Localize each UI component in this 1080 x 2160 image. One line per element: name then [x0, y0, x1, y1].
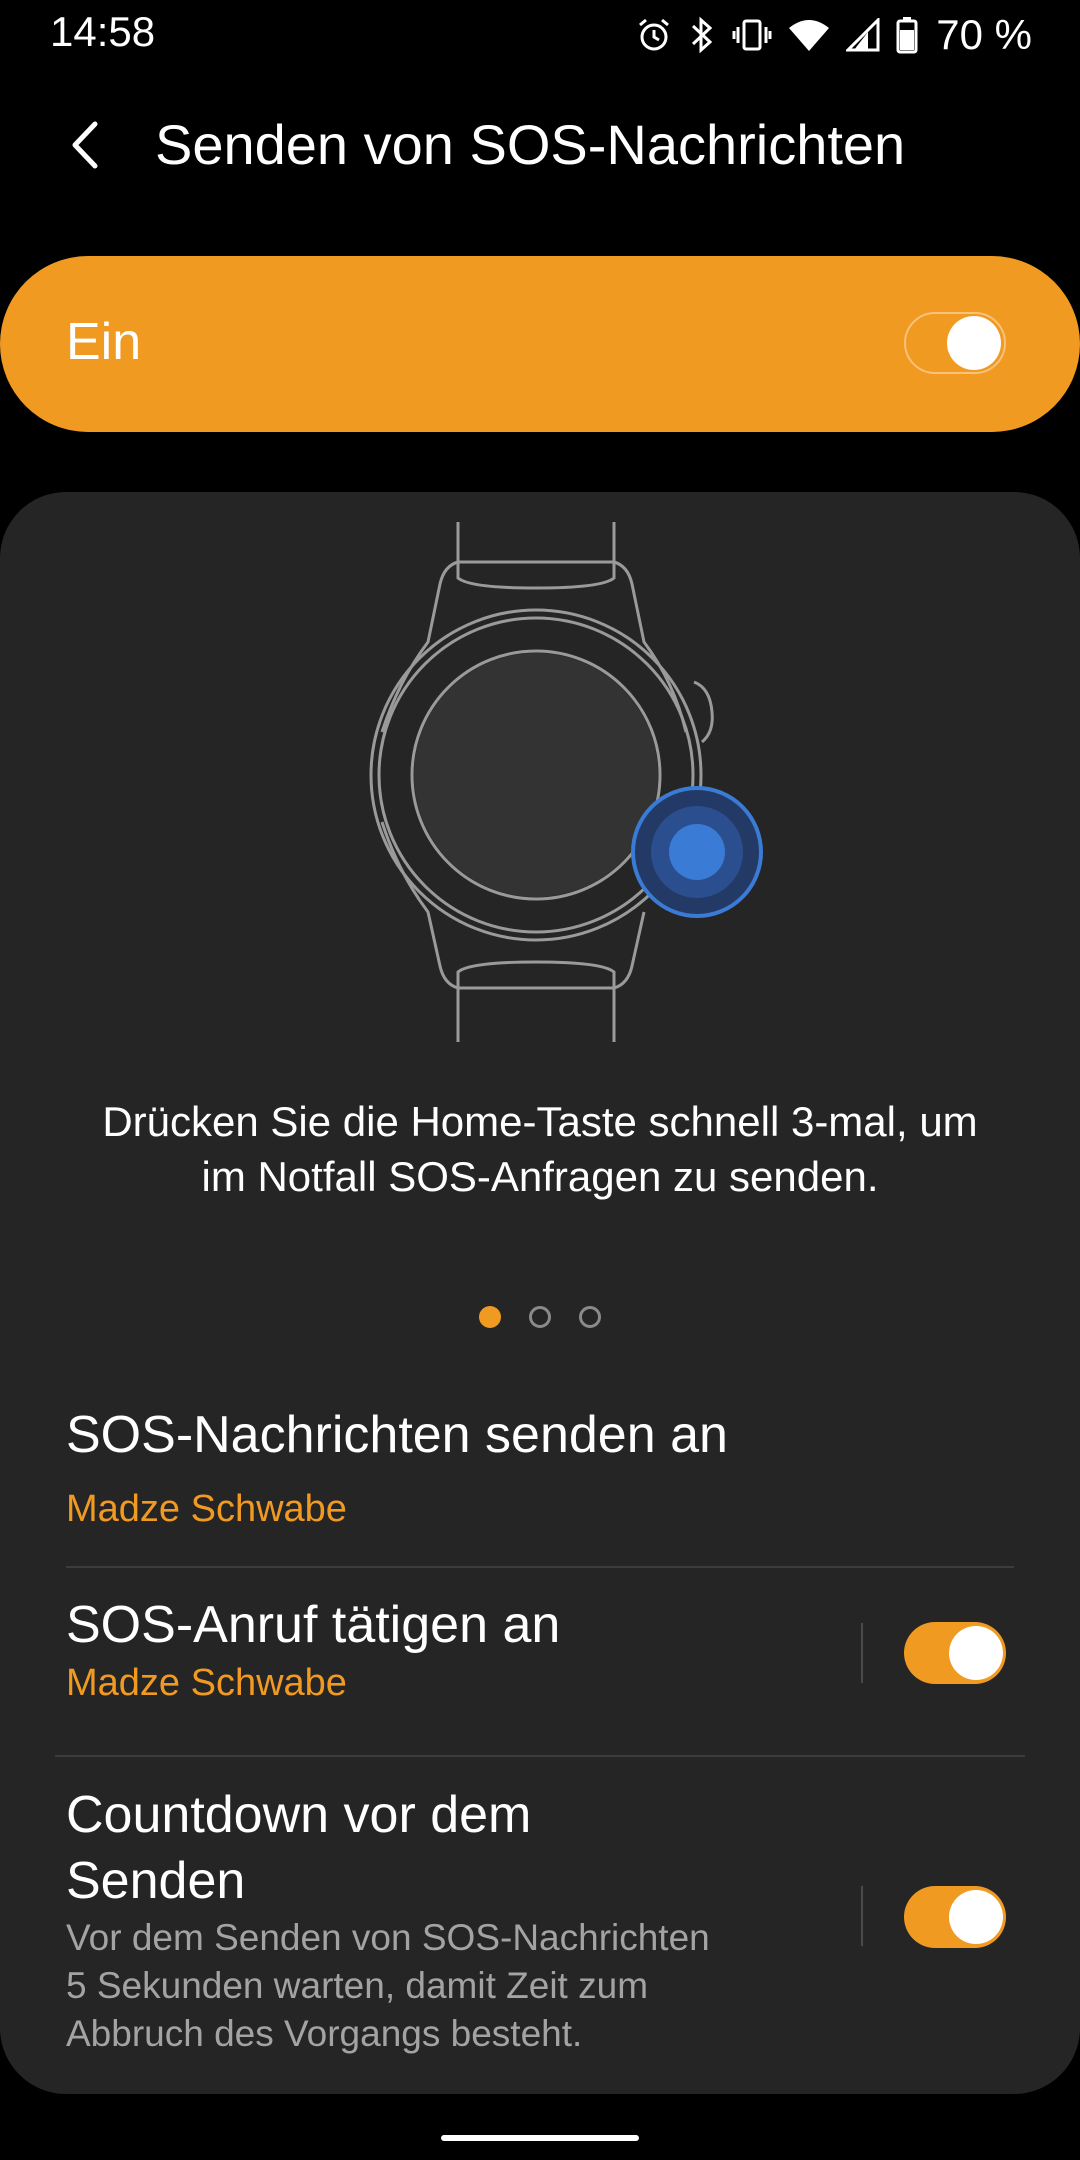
page-dot-1[interactable]: [479, 1306, 501, 1328]
send-to-row[interactable]: SOS-Nachrichten senden an Madze Schwabe: [0, 1402, 1080, 1552]
master-switch-bar[interactable]: Ein: [0, 256, 1080, 432]
chevron-left-icon: [72, 121, 98, 169]
row-separator: [861, 1886, 863, 1946]
gesture-nav-handle[interactable]: [441, 2135, 639, 2141]
master-switch-toggle[interactable]: [904, 312, 1006, 374]
app-bar: Senden von SOS-Nachrichten: [0, 90, 1080, 200]
page-title: Senden von SOS-Nachrichten: [155, 113, 906, 176]
watch-home-button-illustration: [369, 522, 763, 1042]
toggle-knob: [949, 1890, 1003, 1944]
page-dot-2[interactable]: [529, 1306, 551, 1328]
toggle-knob: [947, 316, 1001, 370]
countdown-toggle[interactable]: [904, 1886, 1006, 1948]
battery-percent: 70 %: [936, 11, 1032, 58]
vibrate-icon: [732, 19, 772, 51]
countdown-description-line3: Abbruch des Vorgangs besteht.: [66, 2013, 583, 2054]
divider: [55, 1755, 1025, 1757]
bluetooth-icon: [692, 16, 713, 54]
countdown-description-line1: Vor dem Senden von SOS-Nachrichten: [66, 1917, 710, 1958]
status-icons: 70 %: [636, 10, 1032, 60]
toggle-knob: [949, 1626, 1003, 1680]
settings-card: Drücken Sie die Home-Taste schnell 3-mal…: [0, 492, 1080, 2094]
row-separator: [861, 1623, 863, 1683]
countdown-title-line1: Countdown vor dem: [66, 1786, 532, 1844]
send-to-title: SOS-Nachrichten senden an: [66, 1406, 728, 1464]
countdown-row[interactable]: Countdown vor dem Senden Vor dem Senden …: [0, 1782, 1080, 2082]
countdown-description-line2: 5 Sekunden warten, damit Zeit zum: [66, 1965, 649, 2006]
sos-call-toggle[interactable]: [904, 1622, 1006, 1684]
sos-call-title: SOS-Anruf tätigen an: [66, 1596, 561, 1654]
page-dot-3[interactable]: [579, 1306, 601, 1328]
sos-call-row[interactable]: SOS-Anruf tätigen an Madze Schwabe: [0, 1592, 1080, 1742]
sos-call-contact: Madze Schwabe: [66, 1662, 347, 1704]
send-to-contact: Madze Schwabe: [66, 1488, 347, 1530]
back-button[interactable]: [50, 110, 120, 180]
status-time: 14:58: [50, 8, 156, 55]
tutorial-text: Drücken Sie die Home-Taste schnell 3-mal…: [102, 1098, 978, 1200]
countdown-title-line2: Senden: [66, 1852, 246, 1910]
signal-icon: [846, 18, 880, 52]
wifi-icon: [789, 20, 830, 51]
master-switch-label: Ein: [66, 313, 142, 371]
alarm-icon: [639, 18, 670, 51]
page-indicator: [0, 1306, 1080, 1328]
status-bar: 14:58 70 %: [0, 0, 1080, 72]
battery-icon: [896, 17, 918, 54]
divider: [66, 1566, 1014, 1568]
